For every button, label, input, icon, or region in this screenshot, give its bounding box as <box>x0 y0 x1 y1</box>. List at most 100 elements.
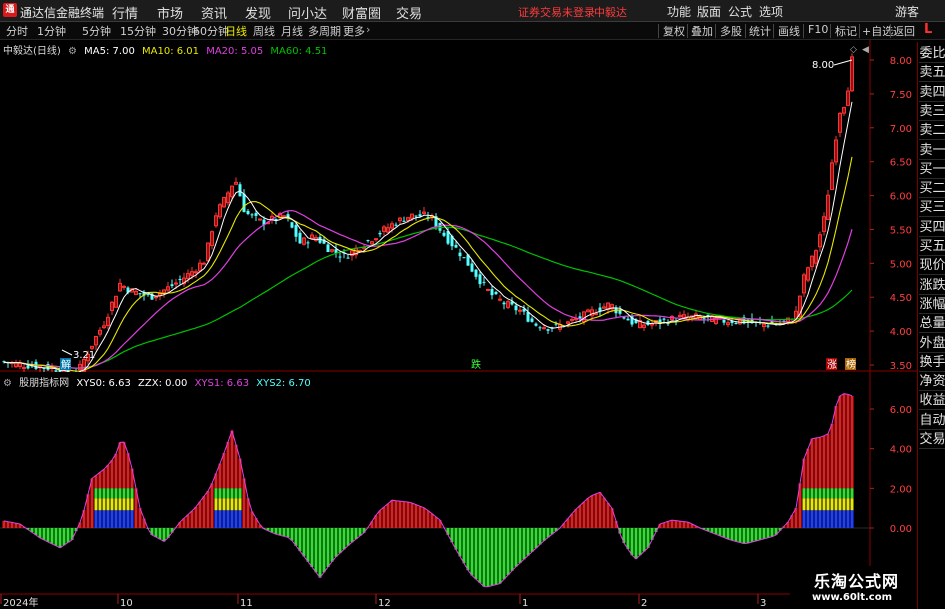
signal-bar-blue <box>826 510 830 528</box>
f10-button[interactable]: F10 <box>808 23 828 36</box>
period-multi[interactable]: 多周期 <box>308 23 341 39</box>
side-panel-item[interactable]: 换手 <box>919 353 945 372</box>
side-panel-item[interactable]: 卖四 <box>919 83 945 102</box>
login-warning[interactable]: 证券交易未登录 <box>518 4 595 20</box>
side-panel-item[interactable]: 总量 <box>919 314 945 334</box>
menu-gongshi[interactable]: 公式 <box>728 3 752 20</box>
diejia-button[interactable]: 叠加 <box>691 23 713 39</box>
time-axis-label: 2 <box>641 598 647 609</box>
side-panel-item[interactable]: 买二 <box>919 179 945 199</box>
low-price-pointer <box>61 349 73 356</box>
menu-faxian[interactable]: 发现 <box>245 3 271 22</box>
signal-bar-blue <box>806 510 810 528</box>
signal-bar-blue <box>122 510 126 528</box>
signal-bar-green <box>94 488 98 499</box>
signal-bar-blue <box>834 510 838 528</box>
signal-bar-yellow <box>122 498 126 511</box>
menu-hangqing[interactable]: 行情 <box>112 3 138 22</box>
signal-bar-green <box>114 488 118 499</box>
add-watchlist-button[interactable]: +自选 <box>862 23 893 39</box>
side-panel-item[interactable]: 卖五 <box>919 63 945 83</box>
side-panel-item[interactable]: 现价 <box>919 256 945 276</box>
histogram-bar <box>742 528 746 544</box>
histogram-bar <box>482 528 486 587</box>
side-panel-item[interactable]: 卖二 <box>919 121 945 141</box>
signal-bar-blue <box>214 510 218 528</box>
histogram-bar <box>350 528 354 543</box>
huaxian-button[interactable]: 画线 <box>778 23 800 39</box>
menu-gongneng[interactable]: 功能 <box>667 3 691 20</box>
histogram-bar <box>454 528 458 550</box>
histogram-bar <box>526 528 530 556</box>
candle-body <box>294 225 298 237</box>
toolbar-divider <box>745 24 746 38</box>
side-panel-item[interactable]: 交易 <box>919 430 945 449</box>
side-panel-item[interactable]: 净资 <box>919 372 945 392</box>
fuquan-button[interactable]: 复权 <box>663 23 685 39</box>
candle-body <box>378 232 382 235</box>
histogram-bar <box>406 501 410 528</box>
histogram-bar <box>490 528 494 586</box>
menu-caifuquan[interactable]: 财富圈 <box>342 3 381 22</box>
period-60min[interactable]: 60分钟 <box>193 23 229 39</box>
histogram-bar <box>282 528 286 537</box>
histogram-bar <box>202 496 206 528</box>
chevron-right-icon[interactable]: › <box>366 23 370 36</box>
side-panel-item[interactable]: 买五 <box>919 237 945 256</box>
side-panel-item[interactable]: 买一 <box>919 160 945 179</box>
histogram-bar <box>738 528 742 543</box>
candlestick-chart[interactable]: 8.00 7.50 7.00 6.50 6.00 5.50 5.00 4.50 4.00 3.50… <box>0 40 917 372</box>
side-panel-item[interactable]: 收益 <box>919 391 945 411</box>
side-panel-item[interactable]: 涨幅 <box>919 295 945 314</box>
high-price-pointer <box>833 59 853 66</box>
menu-xuanxiang[interactable]: 选项 <box>759 3 783 20</box>
signal-bar-blue <box>842 510 846 528</box>
tongji-button[interactable]: 统计 <box>749 23 771 39</box>
side-panel-item[interactable]: 买四 <box>919 218 945 237</box>
histogram-bar <box>414 504 418 528</box>
side-panel-item[interactable]: 外盘 <box>919 334 945 353</box>
sub-axis-label: 0.00 <box>890 524 912 535</box>
signal-bar-blue <box>98 510 102 528</box>
signal-bar-green <box>838 488 842 499</box>
signal-bar-yellow <box>238 498 242 511</box>
toolbar-divider <box>803 24 804 38</box>
signal-bar-green <box>842 488 846 499</box>
guest-user[interactable]: 游客 <box>895 3 919 20</box>
period-5min[interactable]: 5分钟 <box>82 23 111 39</box>
period-month[interactable]: 月线 <box>281 23 303 39</box>
signal-bar-yellow <box>826 498 830 511</box>
signal-bar-green <box>118 488 122 499</box>
histogram-bar <box>338 528 342 554</box>
period-week[interactable]: 周线 <box>253 23 275 39</box>
histogram-bar <box>158 528 162 540</box>
menu-wenxiaoda[interactable]: 问小达 <box>288 3 327 22</box>
menu-jiaoyi[interactable]: 交易 <box>396 3 422 22</box>
menu-zixun[interactable]: 资讯 <box>201 3 227 22</box>
indicator-chart[interactable]: 6.004.002.000.0014:5614:5614:5614:5614:5… <box>0 372 917 609</box>
side-panel-item[interactable]: 涨跌 <box>919 276 945 295</box>
side-panel-item[interactable]: 卖三 <box>919 102 945 121</box>
period-1min[interactable]: 1分钟 <box>37 23 66 39</box>
menu-banmian[interactable]: 版面 <box>697 3 721 20</box>
histogram-bar <box>574 509 578 528</box>
biaoji-button[interactable]: 标记 <box>835 23 857 39</box>
candle-body <box>338 256 342 258</box>
back-button[interactable]: 返回 <box>893 23 915 39</box>
histogram-bar <box>322 528 326 573</box>
side-panel-item[interactable]: 委比 <box>919 44 945 63</box>
app-logo-icon: 通 <box>3 3 17 17</box>
period-15min[interactable]: 15分钟 <box>120 23 156 39</box>
duogu-button[interactable]: 多股 <box>720 23 742 39</box>
period-more[interactable]: 更多 <box>343 23 365 39</box>
side-panel-item[interactable]: 卖一 <box>919 141 945 160</box>
side-panel-item[interactable]: 买三 <box>919 198 945 218</box>
menu-shichang[interactable]: 市场 <box>157 3 183 22</box>
histogram-bar <box>434 516 438 528</box>
candle-body <box>482 281 486 283</box>
period-fenshi[interactable]: 分时 <box>6 23 28 39</box>
histogram-bar <box>506 528 510 576</box>
period-day[interactable]: 日线 <box>225 23 247 39</box>
side-panel-item[interactable]: 自动 <box>919 411 945 430</box>
signal-bar-yellow <box>106 498 110 511</box>
